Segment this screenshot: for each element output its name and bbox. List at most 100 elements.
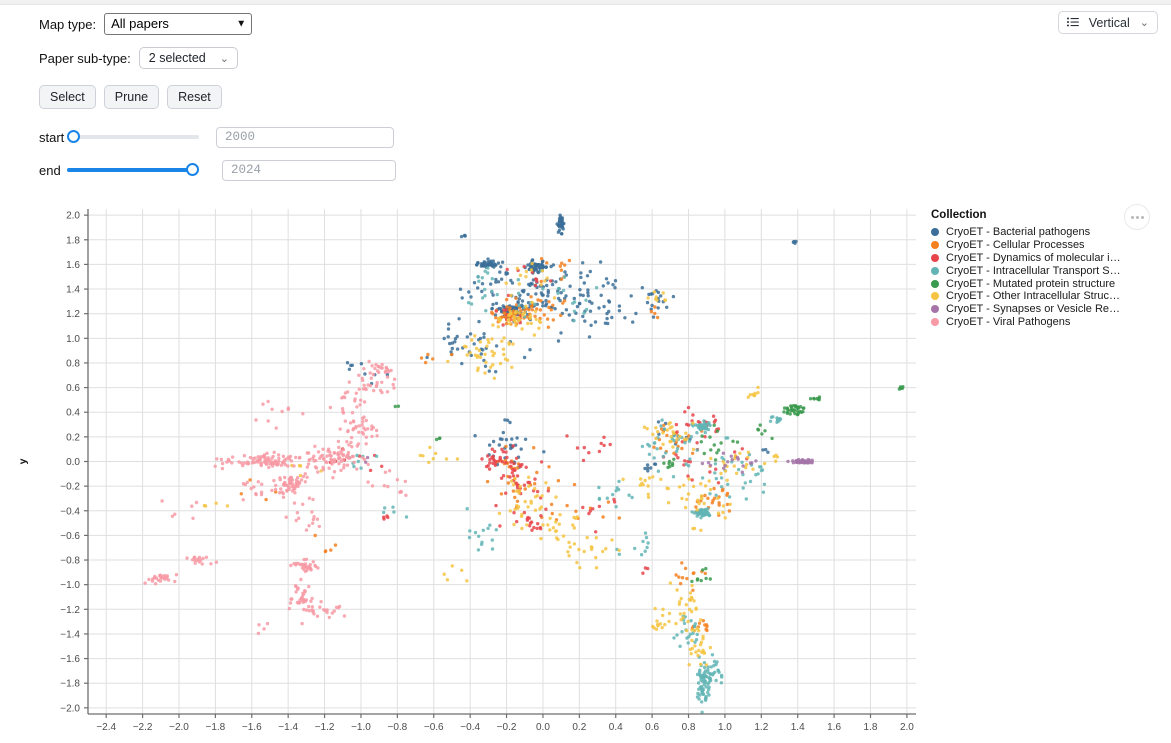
orientation-dropdown[interactable]: Vertical ⌄ <box>1058 11 1158 34</box>
legend-color-swatch <box>931 305 939 313</box>
legend-color-swatch <box>931 318 939 326</box>
legend-item-label: CryoET - Bacterial pathogens <box>946 226 1090 238</box>
svg-text:−1.6: −1.6 <box>242 722 262 733</box>
start-slider-track <box>67 135 199 139</box>
svg-text:1.2: 1.2 <box>66 309 80 320</box>
map-type-select[interactable]: All papers <box>104 13 252 35</box>
legend: Collection CryoET - Bacterial pathogensC… <box>931 209 1116 328</box>
paper-subtype-row: Paper sub-type: 2 selected ⌄ <box>0 43 1000 73</box>
svg-text:−1.2: −1.2 <box>60 605 80 616</box>
series-points <box>143 360 407 635</box>
svg-text:1.4: 1.4 <box>66 285 80 296</box>
legend-item[interactable]: CryoET - Cellular Processes <box>931 239 1116 252</box>
svg-text:−2.0: −2.0 <box>60 703 80 714</box>
svg-text:0.6: 0.6 <box>645 722 659 733</box>
svg-text:−1.0: −1.0 <box>60 580 80 591</box>
prune-button[interactable]: Prune <box>104 85 159 109</box>
legend-item[interactable]: CryoET - Intracellular Transport S… <box>931 264 1116 277</box>
svg-text:2.0: 2.0 <box>900 722 914 733</box>
end-slider-fill <box>67 168 193 172</box>
chevron-down-icon: ⌄ <box>220 52 229 65</box>
svg-text:0.6: 0.6 <box>66 383 80 394</box>
paper-subtype-label: Paper sub-type: <box>39 51 131 66</box>
svg-text:0.8: 0.8 <box>682 722 696 733</box>
legend-item[interactable]: CryoET - Viral Pathogens <box>931 316 1116 329</box>
svg-text:0.2: 0.2 <box>572 722 586 733</box>
end-slider[interactable] <box>67 163 199 177</box>
svg-text:1.6: 1.6 <box>66 260 80 271</box>
svg-text:−1.2: −1.2 <box>315 722 335 733</box>
svg-text:−0.2: −0.2 <box>497 722 517 733</box>
svg-text:−0.6: −0.6 <box>60 531 80 542</box>
legend-color-swatch <box>931 292 939 300</box>
svg-text:−1.6: −1.6 <box>60 654 80 665</box>
y-axis-title: y <box>17 458 29 464</box>
series-points <box>203 262 779 667</box>
more-options-button[interactable] <box>1124 204 1150 230</box>
svg-text:−0.8: −0.8 <box>387 722 407 733</box>
end-year-input[interactable]: 2024 <box>222 160 396 181</box>
series-points <box>346 214 798 473</box>
start-year-row: start 2000 <box>0 124 1000 150</box>
svg-text:1.2: 1.2 <box>754 722 768 733</box>
chevron-down-icon: ⌄ <box>1140 16 1149 29</box>
series-points <box>364 452 814 474</box>
svg-text:0.8: 0.8 <box>66 358 80 369</box>
svg-text:−0.4: −0.4 <box>460 722 480 733</box>
legend-item-label: CryoET - Dynamics of molecular i… <box>946 252 1121 264</box>
svg-text:−0.6: −0.6 <box>424 722 444 733</box>
paper-subtype-select[interactable]: 2 selected ⌄ <box>139 47 238 69</box>
svg-text:1.8: 1.8 <box>864 722 878 733</box>
svg-text:−1.4: −1.4 <box>278 722 298 733</box>
legend-items: CryoET - Bacterial pathogensCryoET - Cel… <box>931 226 1116 328</box>
legend-item-label: CryoET - Other Intracellular Struc… <box>946 290 1120 302</box>
svg-text:0.2: 0.2 <box>66 432 80 443</box>
start-slider[interactable] <box>67 130 199 144</box>
legend-item-label: CryoET - Synapses or Vesicle Re… <box>946 303 1120 315</box>
legend-item[interactable]: CryoET - Dynamics of molecular i… <box>931 252 1116 265</box>
svg-text:−2.0: −2.0 <box>169 722 189 733</box>
start-slider-label: start <box>39 130 65 145</box>
svg-text:1.0: 1.0 <box>718 722 732 733</box>
map-type-label: Map type: <box>39 17 96 32</box>
svg-text:−1.0: −1.0 <box>351 722 371 733</box>
svg-text:−1.8: −1.8 <box>206 722 226 733</box>
reset-button[interactable]: Reset <box>167 85 222 109</box>
legend-item[interactable]: CryoET - Mutated protein structure <box>931 277 1116 290</box>
start-slider-knob[interactable] <box>67 130 80 143</box>
legend-item-label: CryoET - Intracellular Transport S… <box>946 265 1121 277</box>
svg-text:0.0: 0.0 <box>536 722 550 733</box>
legend-item[interactable]: CryoET - Bacterial pathogens <box>931 226 1116 239</box>
select-button[interactable]: Select <box>39 85 96 109</box>
end-slider-knob[interactable] <box>186 163 199 176</box>
svg-text:1.4: 1.4 <box>791 722 805 733</box>
svg-text:−0.8: −0.8 <box>60 556 80 567</box>
legend-item-label: CryoET - Cellular Processes <box>946 239 1085 251</box>
legend-color-swatch <box>931 280 939 288</box>
svg-text:0.4: 0.4 <box>609 722 623 733</box>
ellipsis-icon <box>1131 216 1144 219</box>
svg-text:1.6: 1.6 <box>827 722 841 733</box>
controls-panel: Map type: All papers ▼ Paper sub-type: 2… <box>0 4 1000 183</box>
svg-text:2.0: 2.0 <box>66 211 80 222</box>
legend-title: Collection <box>931 209 1116 221</box>
map-type-select-wrapper[interactable]: All papers ▼ <box>104 13 252 35</box>
legend-item[interactable]: CryoET - Synapses or Vesicle Re… <box>931 303 1116 316</box>
svg-text:−2.2: −2.2 <box>133 722 153 733</box>
series-points <box>329 265 749 575</box>
legend-color-swatch <box>931 241 939 249</box>
svg-text:1.0: 1.0 <box>66 334 80 345</box>
legend-color-swatch <box>931 267 939 275</box>
start-year-input[interactable]: 2000 <box>216 127 394 148</box>
legend-color-swatch <box>931 254 939 262</box>
end-year-row: end 2024 <box>0 157 1000 183</box>
list-icon <box>1067 16 1079 30</box>
orientation-label: Vertical <box>1089 16 1130 30</box>
svg-text:0.4: 0.4 <box>66 408 80 419</box>
legend-item-label: CryoET - Mutated protein structure <box>946 278 1115 290</box>
legend-item[interactable]: CryoET - Other Intracellular Struc… <box>931 290 1116 303</box>
end-slider-label: end <box>39 163 65 178</box>
paper-subtype-value: 2 selected <box>149 51 206 65</box>
svg-text:−0.4: −0.4 <box>60 506 80 517</box>
svg-text:0.0: 0.0 <box>66 457 80 468</box>
